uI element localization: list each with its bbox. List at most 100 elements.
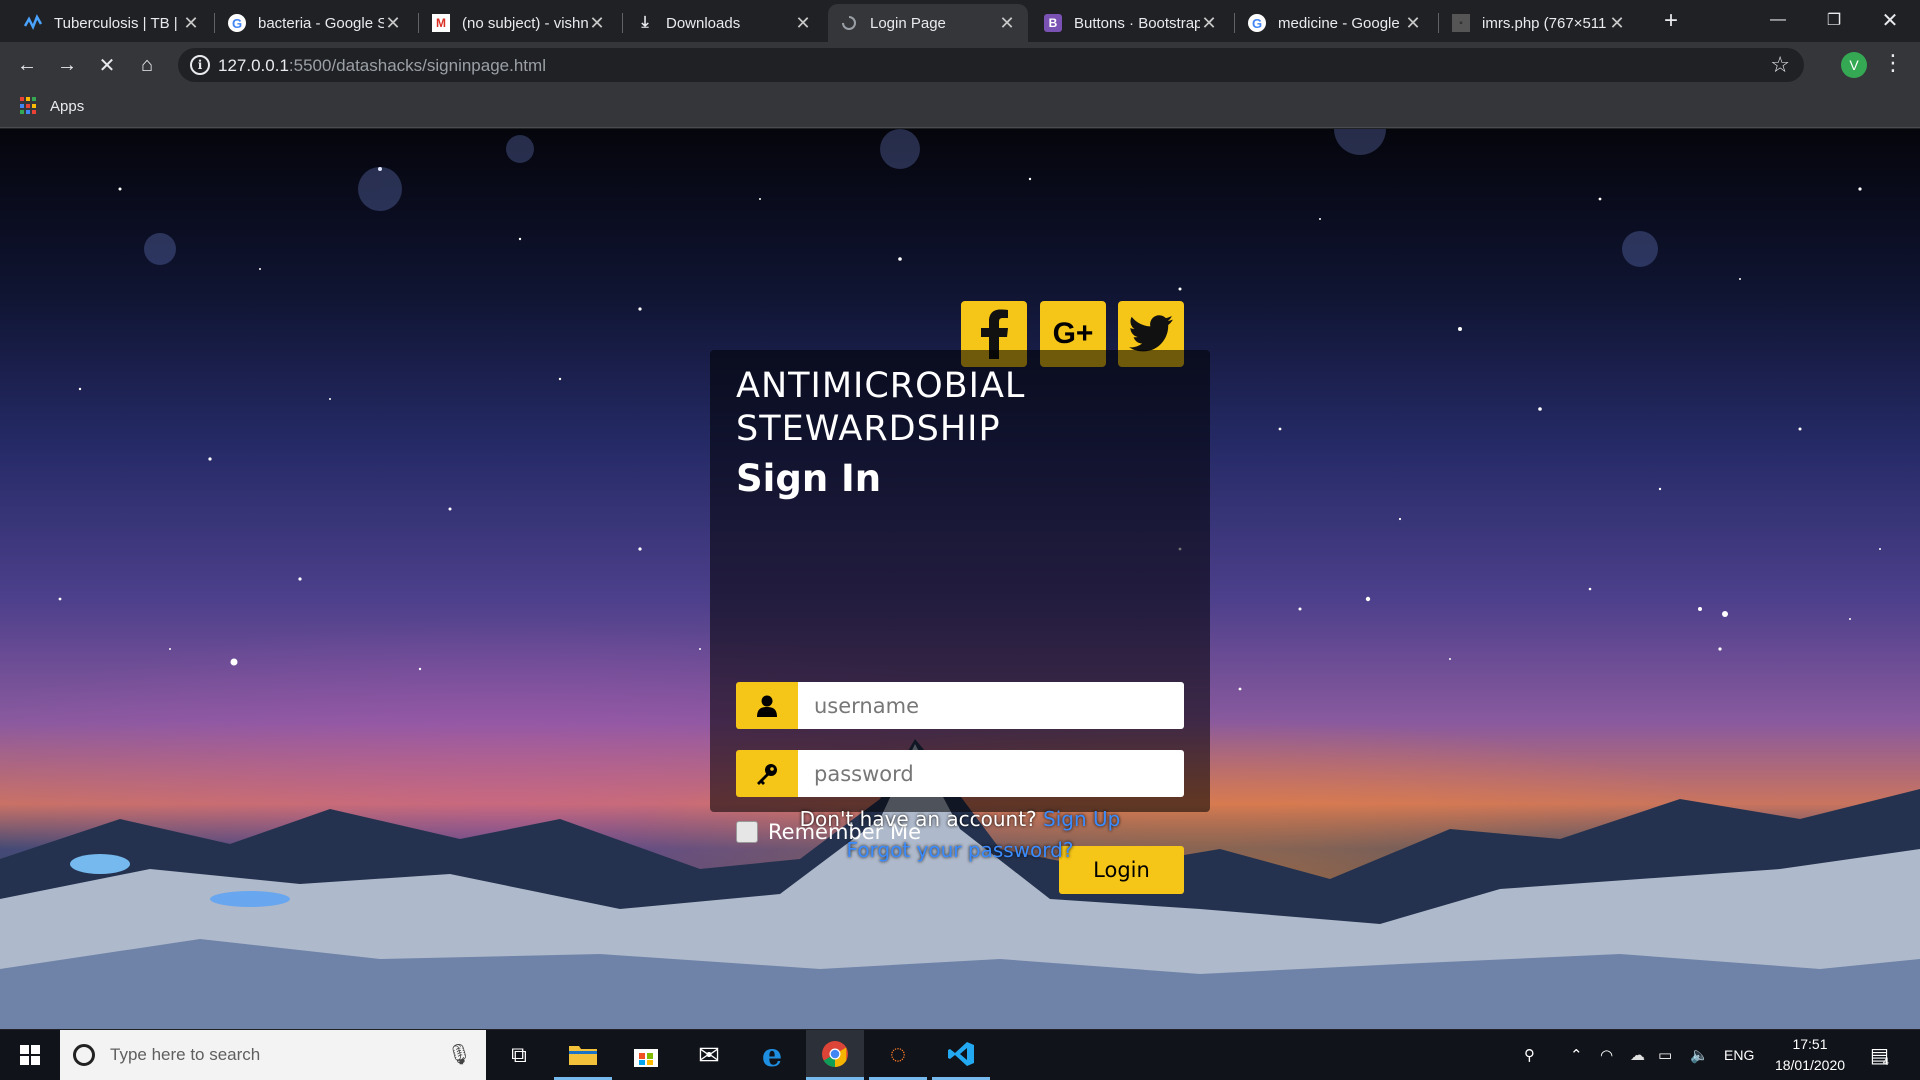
file-explorer-icon[interactable] <box>554 1030 612 1080</box>
page-icon: ▪ <box>1452 14 1470 32</box>
tab-divider <box>1234 13 1235 33</box>
notification-count: 4 <box>1882 1056 1890 1068</box>
close-tab-icon[interactable]: ✕ <box>1608 13 1626 34</box>
stop-loading-button[interactable]: ✕ <box>91 49 123 81</box>
address-bar[interactable]: i 127.0.0.1:5500/datashacks/signinpage.h… <box>178 48 1804 82</box>
tab-title: Tuberculosis | TB | <box>54 14 178 32</box>
tab-login-page[interactable]: Login Page ✕ <box>828 4 1028 42</box>
profile-avatar[interactable]: V <box>1841 52 1867 78</box>
close-tab-icon[interactable]: ✕ <box>182 13 200 34</box>
tab-title: Login Page <box>870 14 946 32</box>
windows-logo-icon <box>20 1045 40 1065</box>
twitter-icon <box>1129 315 1173 352</box>
url-text: 127.0.0.1:5500/datashacks/signinpage.htm… <box>218 56 546 76</box>
site-info-icon[interactable]: i <box>190 55 210 75</box>
tab-tuberculosis[interactable]: Tuberculosis | TB | ✕ <box>12 4 212 42</box>
tab-bacteria[interactable]: G bacteria - Google S ✕ <box>216 4 414 42</box>
username-group <box>736 682 1184 729</box>
login-card: ANTIMICROBIAL STEWARDSHIP Sign In <box>710 350 1210 812</box>
tab-medicine[interactable]: G medicine - Google ✕ <box>1236 4 1434 42</box>
tab-strip: Tuberculosis | TB | ✕ G bacteria - Googl… <box>0 0 1920 42</box>
battery-icon[interactable]: ▭ <box>1658 1030 1672 1080</box>
close-tab-icon[interactable]: ✕ <box>794 13 812 34</box>
tab-divider <box>1438 13 1439 33</box>
page-viewport: G+ ANTIMICROBIAL STEWARDSHIP Sign In <box>0 129 1920 1029</box>
taskbar-search-box[interactable]: Type here to search 🎙 <box>60 1030 486 1080</box>
tab-title: medicine - Google <box>1278 14 1400 32</box>
tab-divider <box>214 13 215 33</box>
tab-divider <box>418 13 419 33</box>
close-tab-icon[interactable]: ✕ <box>588 13 606 34</box>
forward-button[interactable]: → <box>51 49 83 81</box>
close-tab-icon[interactable]: ✕ <box>998 13 1016 34</box>
browser-toolbar: ← → ✕ ⌂ i 127.0.0.1:5500/datashacks/sign… <box>0 42 1920 88</box>
back-button[interactable]: ← <box>11 49 43 81</box>
google-icon: G <box>1248 14 1266 32</box>
no-account-text: Don't have an account? <box>799 807 1037 831</box>
windows-taskbar: Type here to search 🎙 ⧉ ✉ e ◌ ⚲ ⌃ ◠ ☁ ▭ … <box>0 1030 1920 1080</box>
edge-icon[interactable]: e <box>743 1030 801 1080</box>
user-icon <box>736 682 798 729</box>
google-plus-icon: G+ <box>1052 317 1094 350</box>
chart-icon <box>24 14 42 32</box>
home-button[interactable]: ⌂ <box>131 49 163 81</box>
tab-title: (no subject) - vishn <box>462 14 588 32</box>
vscode-icon[interactable] <box>932 1030 990 1080</box>
chrome-icon[interactable] <box>806 1030 864 1080</box>
loading-icon <box>840 14 858 32</box>
search-placeholder: Type here to search <box>110 1045 261 1064</box>
bookmark-star-icon[interactable]: ☆ <box>1770 52 1790 78</box>
cortana-icon <box>73 1044 95 1066</box>
notifications-icon[interactable]: ▤ 4 <box>1870 1030 1889 1080</box>
language-indicator[interactable]: ENG <box>1724 1030 1754 1080</box>
username-input[interactable] <box>798 682 1184 729</box>
network-icon[interactable]: ◠ <box>1600 1030 1613 1080</box>
gmail-icon: M <box>432 14 450 32</box>
close-tab-icon[interactable]: ✕ <box>384 13 402 34</box>
bookmarks-bar: Apps <box>0 88 1920 128</box>
password-input[interactable] <box>798 750 1184 797</box>
mail-icon[interactable]: ✉ <box>680 1030 738 1080</box>
clock-time: 17:51 <box>1792 1036 1828 1052</box>
tab-downloads[interactable]: ⤓ Downloads ✕ <box>624 4 824 42</box>
volume-icon[interactable]: 🔈 <box>1690 1030 1709 1080</box>
microphone-icon[interactable]: 🎙 <box>447 1042 472 1067</box>
jupyter-icon[interactable]: ◌ <box>869 1030 927 1080</box>
sign-in-heading: Sign In <box>736 457 882 500</box>
url-host: 127.0.0.1 <box>218 56 289 75</box>
browser-menu-icon[interactable]: ⋮ <box>1882 50 1904 80</box>
task-view-icon[interactable]: ⧉ <box>490 1030 548 1080</box>
google-icon: G <box>228 14 246 32</box>
key-icon <box>736 750 798 797</box>
system-clock[interactable]: 17:51 18/01/2020 <box>1762 1034 1858 1076</box>
close-tab-icon[interactable]: ✕ <box>1404 13 1422 34</box>
bootstrap-icon: B <box>1044 14 1062 32</box>
download-icon: ⤓ <box>641 14 649 31</box>
sign-up-link[interactable]: Sign Up <box>1043 807 1120 831</box>
close-tab-icon[interactable]: ✕ <box>1200 13 1218 34</box>
tab-gmail[interactable]: M (no subject) - vishn ✕ <box>420 4 618 42</box>
tab-title: bacteria - Google S <box>258 14 384 32</box>
tab-title: imrs.php (767×511 <box>1482 14 1607 32</box>
restore-button[interactable]: ❐ <box>1806 0 1862 40</box>
people-icon[interactable]: ⚲ <box>1524 1030 1535 1080</box>
store-icon[interactable] <box>617 1030 675 1080</box>
password-group <box>736 750 1184 797</box>
apps-label: Apps <box>50 97 85 115</box>
apps-shortcut[interactable]: Apps <box>20 97 84 115</box>
url-path: :5500/datashacks/signinpage.html <box>288 56 546 75</box>
close-window-button[interactable]: ✕ <box>1862 0 1918 40</box>
tab-bootstrap[interactable]: B Buttons · Bootstrap ✕ <box>1032 4 1230 42</box>
clock-date: 18/01/2020 <box>1774 1057 1846 1073</box>
show-hidden-icons[interactable]: ⌃ <box>1570 1030 1583 1080</box>
start-button[interactable] <box>0 1030 60 1080</box>
tab-imrs[interactable]: ▪ imrs.php (767×511 ✕ <box>1440 4 1638 42</box>
new-tab-button[interactable]: + <box>1656 6 1686 36</box>
forgot-line: Forgot your password? <box>0 838 1920 862</box>
tab-title: Downloads <box>666 14 741 32</box>
apps-grid-icon <box>20 97 38 115</box>
onedrive-error-icon[interactable]: ☁ <box>1630 1030 1645 1080</box>
brand-title: ANTIMICROBIAL STEWARDSHIP <box>736 366 1026 449</box>
forgot-password-link[interactable]: Forgot your password? <box>847 838 1074 862</box>
minimize-button[interactable]: — <box>1750 0 1806 40</box>
